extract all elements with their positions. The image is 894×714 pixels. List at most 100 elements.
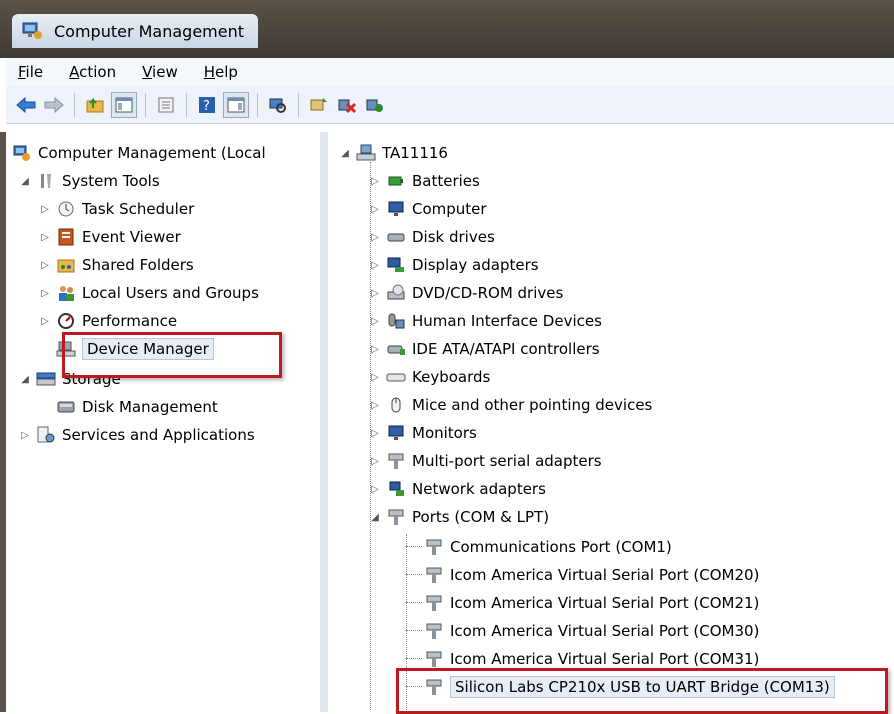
expand-arrow-icon[interactable]: ▷ — [368, 316, 382, 327]
show-hide-console-tree-icon[interactable] — [111, 91, 137, 118]
properties-icon[interactable] — [154, 93, 178, 117]
system-tools-label: System Tools — [62, 172, 160, 190]
menu-file-label: ile — [25, 63, 44, 81]
help-icon[interactable]: ? — [195, 93, 219, 117]
window-title: Computer Management — [54, 21, 245, 41]
category-label: IDE ATA/ATAPI controllers — [412, 340, 600, 358]
pane-splitter[interactable] — [320, 132, 328, 712]
category-display-adapters[interactable]: ▷ Display adapters — [368, 252, 539, 278]
tree-local-users[interactable]: ▷ Local Users and Groups — [38, 280, 259, 306]
port-label: Icom America Virtual Serial Port (COM21) — [450, 594, 760, 612]
category-hid[interactable]: ▷ Human Interface Devices — [368, 308, 602, 334]
up-folder-icon[interactable] — [83, 93, 107, 117]
expand-arrow-icon[interactable]: ▷ — [368, 400, 382, 411]
tree-root[interactable]: Computer Management (Local — [12, 140, 266, 166]
expand-arrow-icon[interactable]: ▷ — [368, 428, 382, 439]
menu-action-accelerator: A — [69, 63, 80, 81]
collapse-arrow-icon[interactable]: ◢ — [18, 374, 32, 385]
hid-icon — [386, 311, 406, 331]
port-icon — [424, 621, 444, 641]
port-item[interactable]: Icom America Virtual Serial Port (COM20) — [424, 562, 759, 588]
category-dvd-drives[interactable]: ▷ DVD/CD-ROM drives — [368, 280, 563, 306]
show-hide-action-pane-icon[interactable] — [223, 91, 249, 118]
expand-arrow-icon[interactable]: ▷ — [38, 204, 52, 215]
port-item[interactable]: Icom America Virtual Serial Port (COM30) — [424, 618, 759, 644]
expand-arrow-icon[interactable]: ▷ — [38, 232, 52, 243]
category-network-adapters[interactable]: ▷ Network adapters — [368, 476, 546, 502]
computer-icon — [356, 143, 376, 163]
category-label: Ports (COM & LPT) — [412, 508, 550, 526]
forward-arrow-icon[interactable] — [42, 93, 66, 117]
clock-icon — [56, 199, 76, 219]
menu-file-accelerator: F — [18, 63, 26, 81]
menu-action[interactable]: Action — [57, 63, 130, 81]
category-keyboards[interactable]: ▷ Keyboards — [368, 364, 490, 390]
tree-guide-line — [406, 658, 422, 659]
port-item[interactable]: Icom America Virtual Serial Port (COM21) — [424, 590, 759, 616]
menu-help[interactable]: Help — [192, 63, 252, 81]
disk-drive-icon — [386, 227, 406, 247]
event-viewer-icon — [56, 227, 76, 247]
tree-shared-folders[interactable]: ▷ Shared Folders — [38, 252, 194, 278]
toolbar-separator — [74, 92, 75, 117]
tree-performance[interactable]: ▷ Performance — [38, 308, 177, 334]
port-item[interactable]: Communications Port (COM1) — [424, 534, 672, 560]
port-icon — [424, 649, 444, 669]
expand-arrow-icon[interactable]: ▷ — [18, 430, 32, 441]
category-disk-drives[interactable]: ▷ Disk drives — [368, 224, 495, 250]
expand-arrow-icon[interactable]: ▷ — [368, 372, 382, 383]
uninstall-icon[interactable] — [335, 93, 359, 117]
collapse-arrow-icon[interactable]: ◢ — [368, 512, 382, 523]
menu-file[interactable]: File — [6, 63, 57, 81]
collapse-arrow-icon[interactable]: ◢ — [18, 176, 32, 187]
dvd-drive-icon — [386, 283, 406, 303]
tree-disk-management[interactable]: Disk Management — [56, 394, 218, 420]
title-tab: Computer Management — [12, 14, 259, 48]
menu-help-label: elp — [215, 63, 238, 81]
computer-management-icon — [12, 143, 32, 163]
monitor-icon — [386, 423, 406, 443]
category-computer[interactable]: ▷ Computer — [368, 196, 486, 222]
category-ide[interactable]: ▷ IDE ATA/ATAPI controllers — [368, 336, 600, 362]
category-ports[interactable]: ◢ Ports (COM & LPT) — [368, 504, 549, 530]
expand-arrow-icon[interactable]: ▷ — [368, 344, 382, 355]
expand-arrow-icon[interactable]: ▷ — [368, 176, 382, 187]
tree-event-viewer[interactable]: ▷ Event Viewer — [38, 224, 181, 250]
expand-arrow-icon[interactable]: ▷ — [368, 204, 382, 215]
services-label: Services and Applications — [62, 426, 255, 444]
expand-arrow-icon[interactable]: ▷ — [368, 288, 382, 299]
category-multiport-serial[interactable]: ▷ Multi-port serial adapters — [368, 448, 602, 474]
port-icon — [424, 565, 444, 585]
tree-task-scheduler[interactable]: ▷ Task Scheduler — [38, 196, 194, 222]
svg-text:?: ? — [203, 99, 210, 114]
category-label: Display adapters — [412, 256, 539, 274]
expand-arrow-icon[interactable]: ▷ — [368, 484, 382, 495]
category-mice[interactable]: ▷ Mice and other pointing devices — [368, 392, 652, 418]
collapse-arrow-icon[interactable]: ◢ — [338, 148, 352, 159]
local-users-label: Local Users and Groups — [82, 284, 259, 302]
category-batteries[interactable]: ▷ Batteries — [368, 168, 480, 194]
menu-view[interactable]: View — [130, 63, 192, 81]
event-viewer-label: Event Viewer — [82, 228, 181, 246]
disk-management-icon — [56, 397, 76, 417]
tree-guide-line — [406, 546, 422, 547]
tree-services-applications[interactable]: ▷ Services and Applications — [18, 422, 255, 448]
toolbar-separator — [298, 92, 299, 117]
tree-system-tools[interactable]: ◢ System Tools — [18, 168, 160, 194]
scan-hardware-icon[interactable] — [266, 93, 290, 117]
expand-arrow-icon[interactable]: ▷ — [38, 288, 52, 299]
expand-arrow-icon[interactable]: ▷ — [38, 316, 52, 327]
back-arrow-icon[interactable] — [14, 93, 38, 117]
tree-computer-root[interactable]: ◢ TA11116 — [338, 140, 448, 166]
expand-arrow-icon[interactable]: ▷ — [368, 260, 382, 271]
update-driver-icon[interactable] — [307, 93, 331, 117]
enable-device-icon[interactable] — [363, 93, 387, 117]
expand-arrow-icon[interactable]: ▷ — [368, 232, 382, 243]
category-label: Multi-port serial adapters — [412, 452, 602, 470]
category-monitors[interactable]: ▷ Monitors — [368, 420, 477, 446]
expand-arrow-icon[interactable]: ▷ — [368, 456, 382, 467]
port-label: Icom America Virtual Serial Port (COM20) — [450, 566, 760, 584]
network-adapter-icon — [386, 479, 406, 499]
computer-management-window: Computer Management File Action View Hel… — [0, 0, 894, 714]
expand-arrow-icon[interactable]: ▷ — [38, 260, 52, 271]
